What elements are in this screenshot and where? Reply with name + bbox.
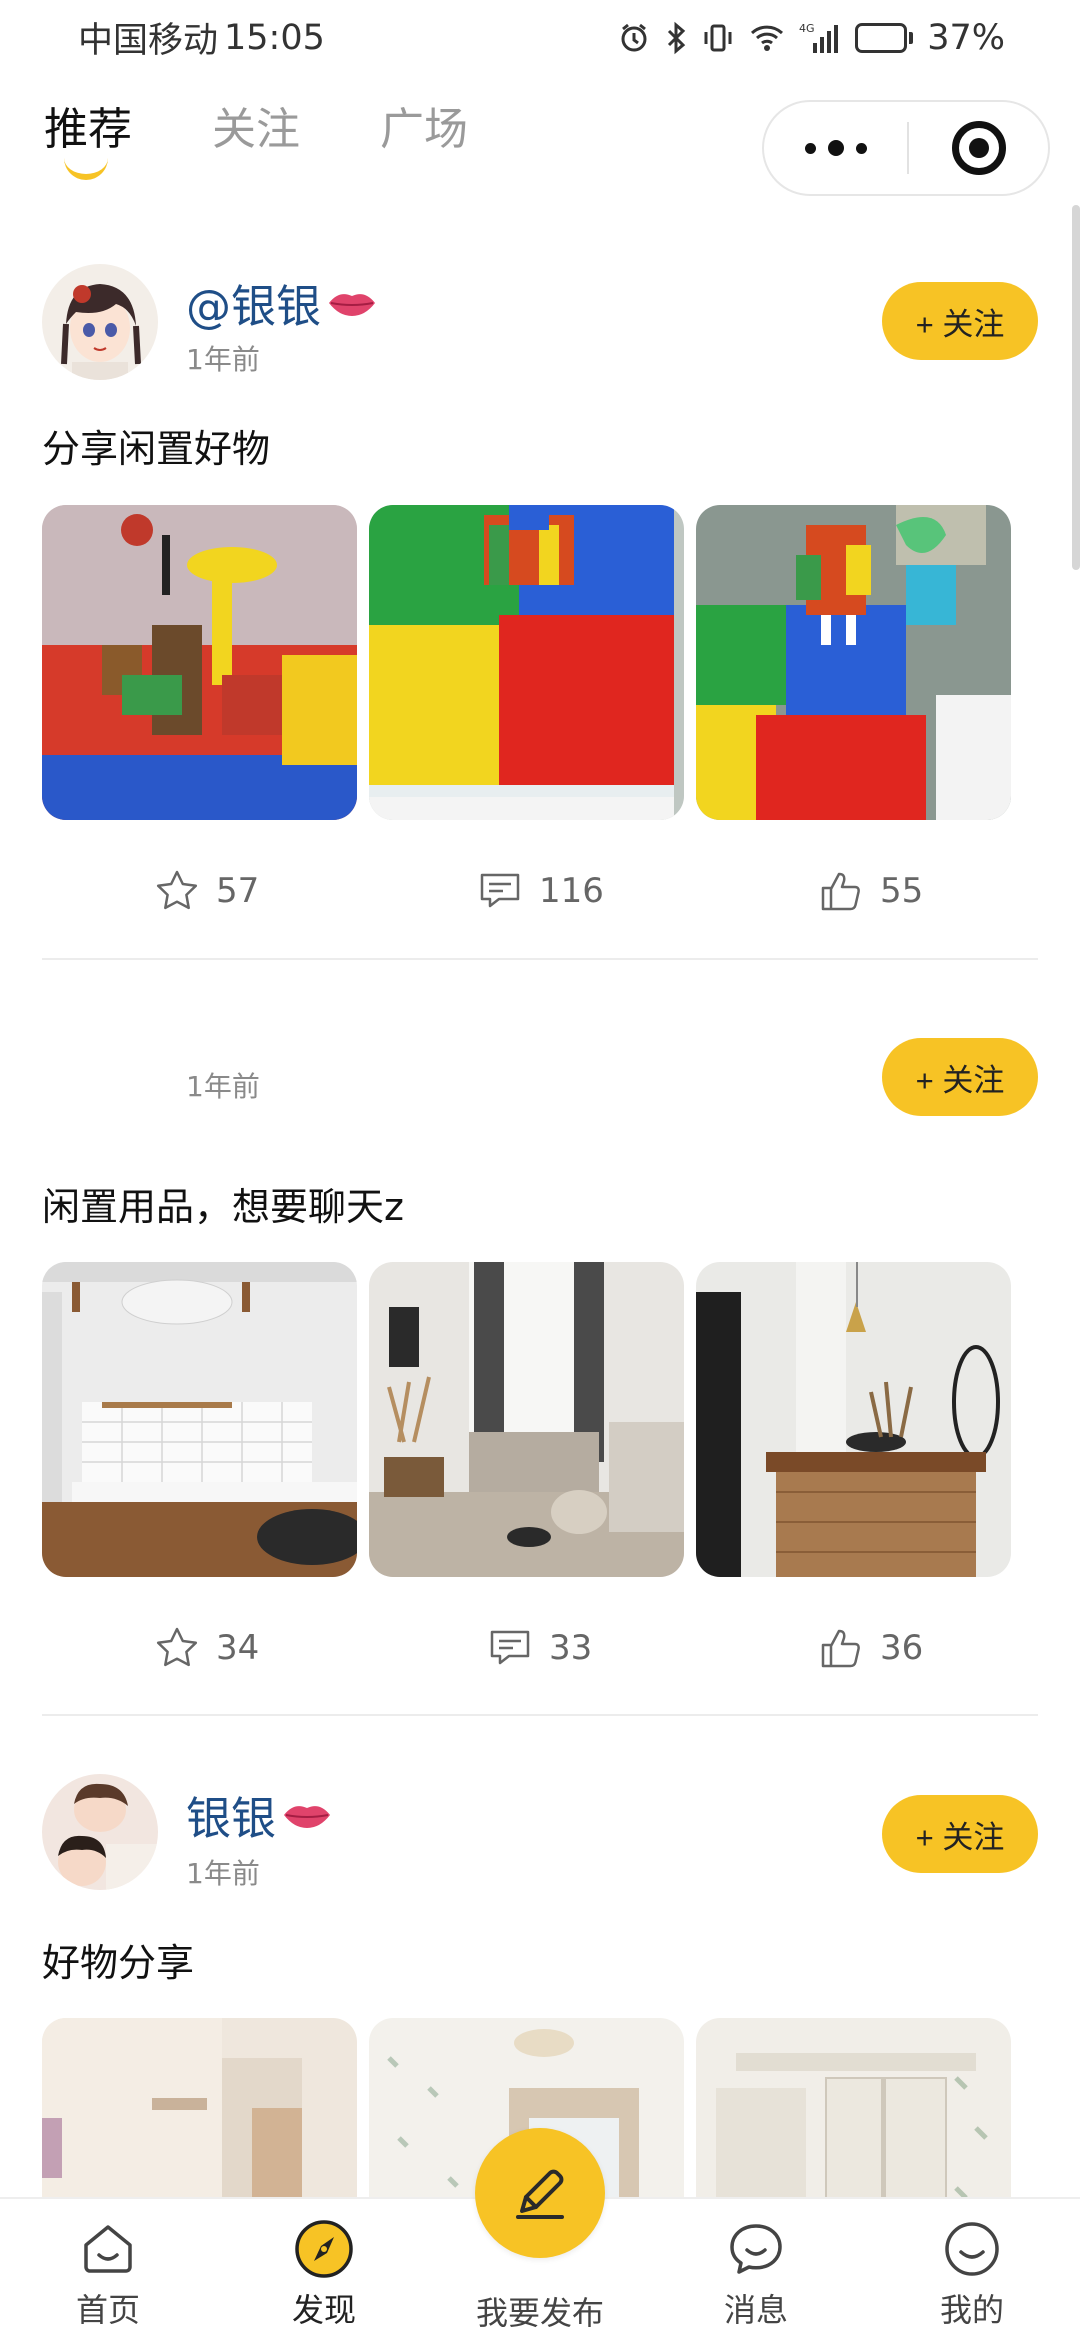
- like-count: 36: [880, 1628, 924, 1668]
- carrier-label: 中国移动: [78, 21, 219, 61]
- top-tabs: 推荐 关注 广场: [44, 100, 468, 180]
- post-time: 1年前: [186, 1857, 260, 1890]
- post-time: 1年前: [186, 1070, 260, 1103]
- post-divider: [42, 1714, 1038, 1716]
- username[interactable]: @银银: [186, 270, 377, 335]
- follow-button[interactable]: + 关注: [882, 282, 1038, 360]
- home-icon: [78, 2219, 138, 2279]
- like-count: 55: [880, 871, 924, 911]
- thumbs-up-icon: [821, 872, 860, 911]
- svg-text:4G: 4G: [799, 22, 815, 35]
- alarm-icon: [617, 21, 651, 55]
- star-icon: [156, 870, 198, 910]
- battery-percent: 37%: [927, 17, 1005, 58]
- tab-square[interactable]: 广场: [380, 100, 468, 180]
- comment-icon: [490, 1630, 530, 1665]
- active-tab-indicator: [64, 158, 108, 180]
- comment-action[interactable]: 116: [477, 868, 604, 914]
- signal-icon: 4G: [799, 21, 841, 55]
- post-photo[interactable]: [369, 505, 684, 820]
- comment-icon: [480, 873, 520, 908]
- nav-profile[interactable]: 我的: [864, 2199, 1080, 2340]
- post-text: 好物分享: [42, 1941, 195, 1985]
- bluetooth-icon: [665, 21, 687, 55]
- miniprogram-capsule: [762, 100, 1050, 196]
- post-photo[interactable]: [42, 505, 357, 820]
- vibrate-icon: [701, 21, 735, 55]
- post-text: 闲置用品，想要聊天z: [42, 1185, 404, 1229]
- post-photo[interactable]: [696, 1262, 1011, 1577]
- publish-label[interactable]: 我要发布: [432, 2288, 648, 2334]
- comment-count: 33: [549, 1628, 593, 1668]
- chat-icon: [726, 2219, 786, 2279]
- follow-button[interactable]: + 关注: [882, 1795, 1038, 1873]
- favorite-count: 34: [216, 1628, 260, 1668]
- like-action[interactable]: 55: [818, 868, 923, 914]
- favorite-count: 57: [216, 871, 260, 911]
- post-photo[interactable]: [42, 1262, 357, 1577]
- star-icon: [156, 1627, 198, 1667]
- favorite-action[interactable]: 34: [154, 1625, 259, 1671]
- publish-button[interactable]: [475, 2128, 605, 2258]
- close-miniprogram-button[interactable]: [909, 102, 1048, 194]
- post-photo[interactable]: [696, 505, 1011, 820]
- battery-icon: [855, 22, 914, 53]
- status-bar: 中国移动 15:05 4G 37%: [0, 0, 1080, 75]
- post-text: 分享闲置好物: [42, 427, 271, 471]
- clock: 15:05: [224, 17, 325, 58]
- thumbs-up-icon: [821, 1629, 860, 1668]
- post-divider: [42, 958, 1038, 960]
- pencil-icon: [516, 2169, 564, 2219]
- avatar[interactable]: [42, 1774, 158, 1890]
- profile-icon: [942, 2219, 1002, 2279]
- compass-icon: [294, 2219, 354, 2279]
- nav-home[interactable]: 首页: [0, 2199, 216, 2340]
- post-time: 1年前: [186, 343, 260, 376]
- lips-icon: [284, 1805, 331, 1828]
- like-action[interactable]: 36: [818, 1625, 923, 1671]
- username[interactable]: 银银: [186, 1782, 332, 1847]
- nav-discover[interactable]: 发现: [216, 2199, 432, 2340]
- nav-message[interactable]: 消息: [648, 2199, 864, 2340]
- favorite-action[interactable]: 57: [154, 868, 259, 914]
- avatar[interactable]: [42, 264, 158, 380]
- more-options-button[interactable]: [764, 102, 907, 194]
- comment-count: 116: [539, 871, 604, 911]
- lips-icon: [329, 293, 376, 316]
- wifi-icon: [749, 23, 785, 53]
- tab-recommend[interactable]: 推荐: [44, 100, 132, 180]
- post-photo[interactable]: [369, 1262, 684, 1577]
- comment-action[interactable]: 33: [487, 1625, 592, 1671]
- scrollbar[interactable]: [1072, 205, 1080, 570]
- follow-button[interactable]: + 关注: [882, 1038, 1038, 1116]
- target-icon: [951, 121, 1006, 175]
- tab-following[interactable]: 关注: [212, 100, 300, 180]
